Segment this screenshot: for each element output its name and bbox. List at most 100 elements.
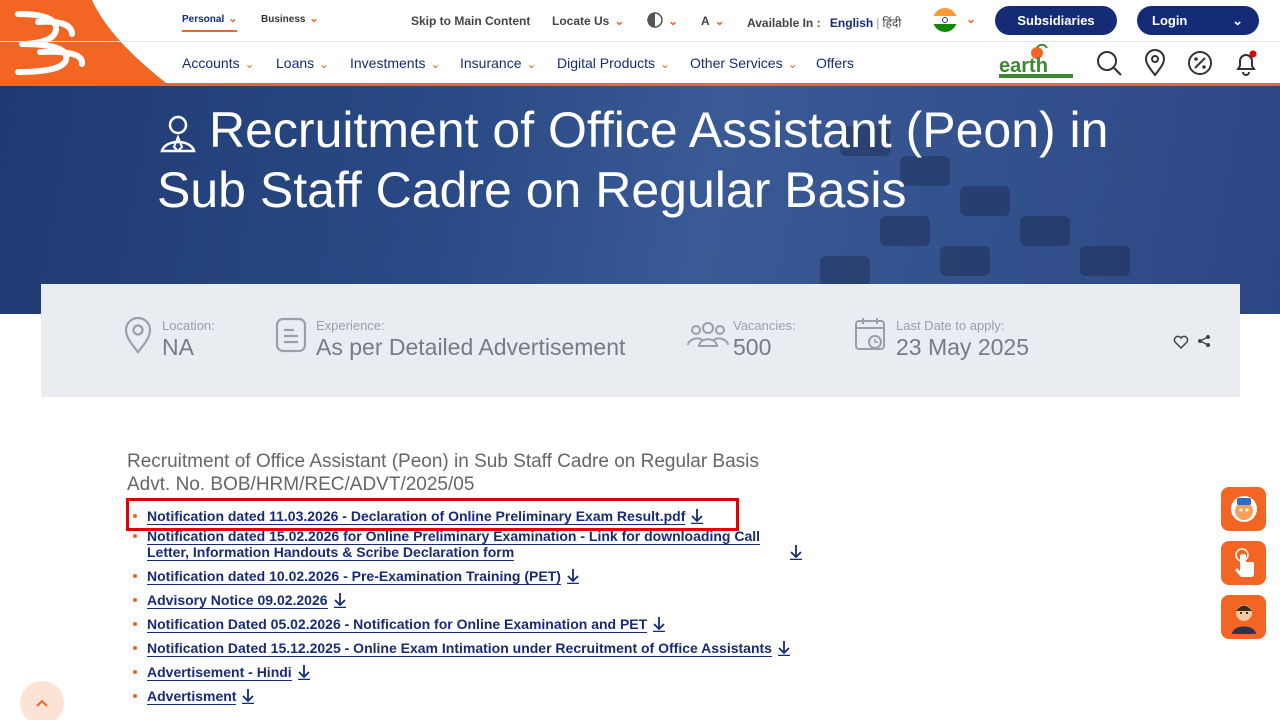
share-icon[interactable] <box>1197 334 1211 348</box>
touch-assist-button[interactable] <box>1221 541 1266 585</box>
location-pin-icon <box>124 316 152 354</box>
download-icon[interactable] <box>777 640 791 656</box>
vacancies-value: 500 <box>733 334 772 360</box>
document-link[interactable]: Advertisement - Hindi <box>147 664 292 681</box>
nav-loans-label: Loans <box>276 55 315 71</box>
list-item: Advertisement - Hindi <box>133 664 833 681</box>
chevron-down-icon: ⌄ <box>714 14 725 28</box>
document-link[interactable]: Notification Dated 15.12.2025 - Online E… <box>147 640 772 657</box>
chevron-down-icon: ⌄ <box>1232 12 1243 28</box>
lang-english[interactable]: English <box>830 16 873 30</box>
location-value: NA <box>162 334 194 360</box>
heart-icon[interactable] <box>1173 335 1189 349</box>
nav-digital-products-label: Digital Products <box>557 55 656 71</box>
hand-pointer-icon <box>1234 548 1254 577</box>
nav-investments-label: Investments <box>350 55 426 71</box>
nav-other-services-label: Other Services <box>690 55 783 71</box>
advertisement-number: Advt. No. BOB/HRM/REC/ADVT/2025/05 <box>127 474 475 495</box>
download-icon[interactable] <box>566 568 580 584</box>
document-link[interactable]: Notification dated 15.02.2026 for Online… <box>147 528 761 561</box>
keyboard-key-decoration <box>820 256 870 286</box>
font-size-menu[interactable]: A ⌄ <box>701 14 725 28</box>
page-title: Recruitment of Office Assistant (Peon) i… <box>157 100 1117 220</box>
country-dropdown[interactable]: ⌄ <box>961 12 976 26</box>
experience-label: Experience: <box>316 318 385 333</box>
login-button[interactable]: Login ⌄ <box>1137 6 1259 35</box>
job-summary-card: Location: NA Experience: As per Detailed… <box>41 284 1240 397</box>
document-link[interactable]: Notification dated 10.02.2026 - Pre-Exam… <box>147 568 561 585</box>
nav-loans[interactable]: Loans ⌄ <box>276 55 329 71</box>
assistant-avatar-button[interactable] <box>1221 595 1266 639</box>
document-link[interactable]: Advertisment <box>147 688 237 705</box>
list-item: Notification Dated 05.02.2026 - Notifica… <box>133 616 833 633</box>
scroll-to-top-button[interactable] <box>20 681 64 720</box>
available-in-label: Available In : <box>747 16 821 30</box>
nav-accounts-label: Accounts <box>182 55 240 71</box>
offers-percent-icon[interactable] <box>1186 49 1214 77</box>
nav-other-services[interactable]: Other Services ⌄ <box>690 55 798 71</box>
site-header: Personal ⌄ Business ⌄ Skip to Main Content… <box>0 0 1280 86</box>
document-link[interactable]: Notification Dated 05.02.2026 - Notifica… <box>147 616 648 633</box>
page-title-text: Recruitment of Office Assistant (Peon) i… <box>157 102 1109 218</box>
download-icon[interactable] <box>652 616 666 632</box>
nav-accounts[interactable]: Accounts ⌄ <box>182 55 255 71</box>
last-date-value: 23 May 2025 <box>896 334 1029 360</box>
locate-us-label: Locate Us <box>552 14 610 28</box>
location-pin-icon[interactable] <box>1141 49 1169 77</box>
locate-us-menu[interactable]: Locate Us ⌄ <box>552 14 624 28</box>
assistant-avatar-icon <box>1231 605 1256 634</box>
bob-chat-button[interactable] <box>1221 487 1266 531</box>
list-item: Notification dated 10.02.2026 - Pre-Exam… <box>133 568 833 585</box>
bob-earth-logo[interactable]: earth <box>997 43 1075 80</box>
download-icon[interactable] <box>333 592 347 608</box>
chevron-down-icon: ⌄ <box>787 57 798 71</box>
search-icon[interactable] <box>1095 49 1123 77</box>
location-label: Location: <box>162 318 215 333</box>
chat-bot-icon <box>1230 496 1257 522</box>
last-date-label: Last Date to apply: <box>896 318 1005 333</box>
list-item: Advisory Notice 09.02.2026 <box>133 592 833 609</box>
tab-business[interactable]: Business ⌄ <box>261 12 319 25</box>
nav-digital-products[interactable]: Digital Products ⌄ <box>557 55 670 71</box>
contrast-toggle[interactable]: ⌄ <box>647 12 678 28</box>
language-selector: Available In : English | हिंदी <box>747 14 901 31</box>
india-flag-icon[interactable] <box>933 8 957 32</box>
nav-insurance[interactable]: Insurance ⌄ <box>460 55 537 71</box>
chevron-up-icon <box>36 699 48 707</box>
content-heading: Recruitment of Office Assistant (Peon) i… <box>127 450 827 496</box>
chevron-down-icon: ⌄ <box>430 57 441 71</box>
download-icon[interactable] <box>789 544 803 560</box>
document-link[interactable]: Advisory Notice 09.02.2026 <box>147 592 328 609</box>
nav-investments[interactable]: Investments ⌄ <box>350 55 441 71</box>
highlight-box <box>126 498 739 531</box>
contrast-icon <box>647 12 663 28</box>
chevron-down-icon: ⌄ <box>526 57 537 71</box>
font-size-label: A <box>701 14 710 28</box>
subsidiaries-button[interactable]: Subsidiaries <box>995 6 1117 35</box>
skip-to-main-link[interactable]: Skip to Main Content <box>411 14 530 28</box>
keyboard-key-decoration <box>940 246 990 276</box>
nav-insurance-label: Insurance <box>460 55 522 71</box>
chevron-down-icon: ⌄ <box>614 14 625 28</box>
chevron-down-icon: ⌄ <box>668 14 679 28</box>
notification-bell-icon[interactable] <box>1232 49 1260 77</box>
keyboard-key-decoration <box>1020 216 1070 246</box>
keyboard-key-decoration <box>1080 246 1130 276</box>
download-icon[interactable] <box>297 664 311 680</box>
main-nav: Accounts ⌄ Loans ⌄ Investments ⌄ Insurance ⌄… <box>0 42 1280 84</box>
nav-offers[interactable]: Offers <box>816 55 854 71</box>
utility-bar: Personal ⌄ Business ⌄ Skip to Main Content… <box>0 0 1280 42</box>
vacancies-label: Vacancies: <box>733 318 796 333</box>
list-item: Advertisment <box>133 688 833 705</box>
recruitment-heading: Recruitment of Office Assistant (Peon) i… <box>127 451 759 472</box>
tab-personal[interactable]: Personal ⌄ <box>182 12 238 32</box>
download-icon[interactable] <box>241 688 255 704</box>
tab-personal-label: Personal <box>182 14 225 25</box>
chevron-down-icon: ⌄ <box>244 57 255 71</box>
user-profile-icon <box>160 115 196 153</box>
svg-text:earth: earth <box>999 55 1048 77</box>
page: Personal ⌄ Business ⌄ Skip to Main Content… <box>0 0 1280 720</box>
experience-value: As per Detailed Advertisement <box>316 334 626 360</box>
lang-separator: | <box>876 16 880 30</box>
lang-hindi[interactable]: हिंदी <box>882 16 901 30</box>
